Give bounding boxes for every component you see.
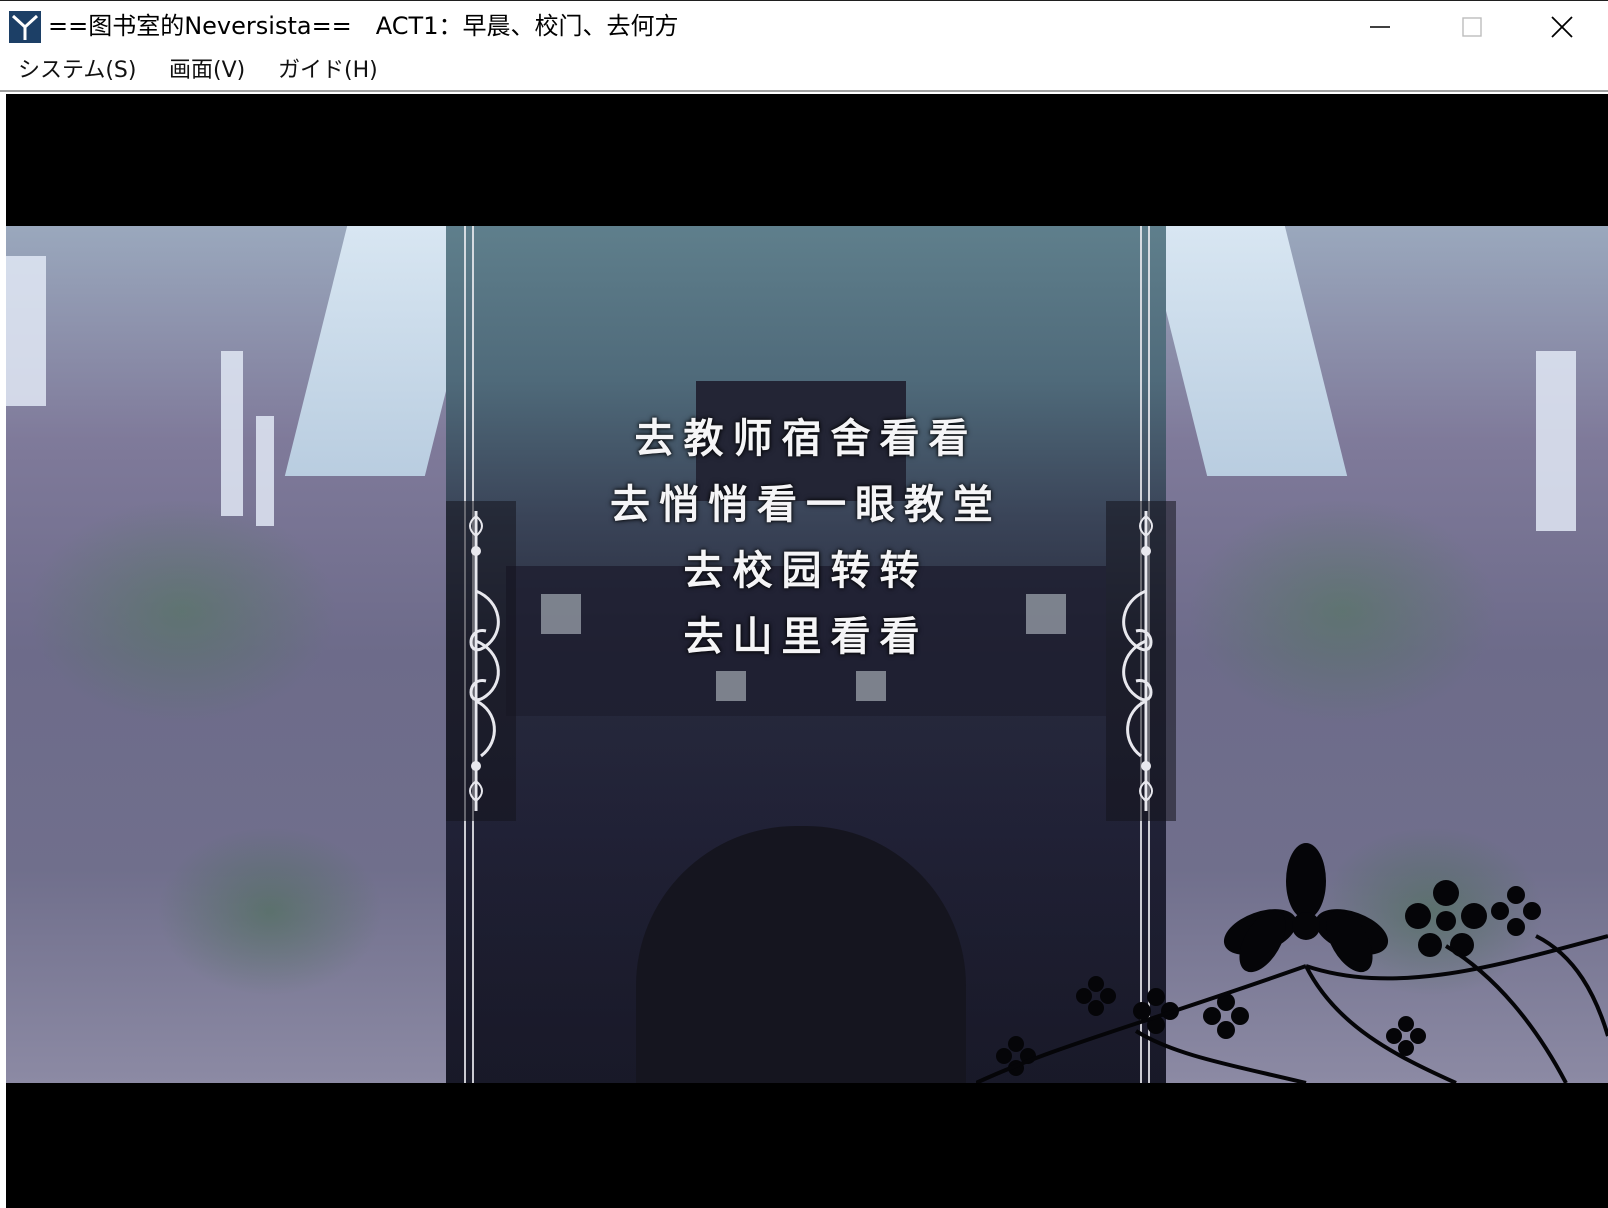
menu-view[interactable]: 画面(V) [165, 56, 249, 86]
choice-option-2[interactable]: 去悄悄看一眼教堂 [610, 472, 1002, 538]
window-light [1536, 351, 1576, 531]
game-viewport[interactable]: 去教师宿舍看看 去悄悄看一眼教堂 去校园转转 去山里看看 [6, 94, 1608, 1208]
maximize-icon [1462, 17, 1482, 37]
menu-bar: システム(S) 画面(V) ガイド(H) [0, 52, 1608, 92]
scene-background: 去教师宿舍看看 去悄悄看一眼教堂 去校园转转 去山里看看 [6, 226, 1608, 1083]
window-light [256, 416, 274, 526]
flower-silhouette-icon [976, 843, 1608, 1083]
background-left-panel [6, 226, 488, 1083]
title-bar[interactable]: ==图书室的Neversista== ACT1：早晨、校门、去何方 [0, 0, 1608, 52]
minimize-button[interactable] [1334, 1, 1426, 53]
maximize-button[interactable] [1426, 1, 1518, 53]
window-light [716, 671, 746, 701]
menu-system[interactable]: システム(S) [14, 56, 140, 86]
window-title: ==图书室的Neversista== ACT1：早晨、校门、去何方 [48, 12, 679, 40]
choice-option-4[interactable]: 去山里看看 [684, 604, 929, 670]
sky-patch [1144, 226, 1348, 476]
minimize-icon [1370, 26, 1390, 28]
menu-guide[interactable]: ガイド(H) [274, 56, 382, 86]
close-button[interactable] [1516, 1, 1608, 53]
choice-menu: 去教师宿舍看看 去悄悄看一眼教堂 去校园转转 去山里看看 [446, 406, 1166, 670]
close-icon [1551, 16, 1573, 38]
window-light [856, 671, 886, 701]
choice-option-1[interactable]: 去教师宿舍看看 [635, 406, 978, 472]
window-light [221, 351, 243, 516]
app-icon[interactable] [9, 11, 41, 43]
window-light [6, 256, 46, 406]
choice-option-3[interactable]: 去校园转转 [684, 538, 929, 604]
building-arch [636, 826, 966, 1083]
